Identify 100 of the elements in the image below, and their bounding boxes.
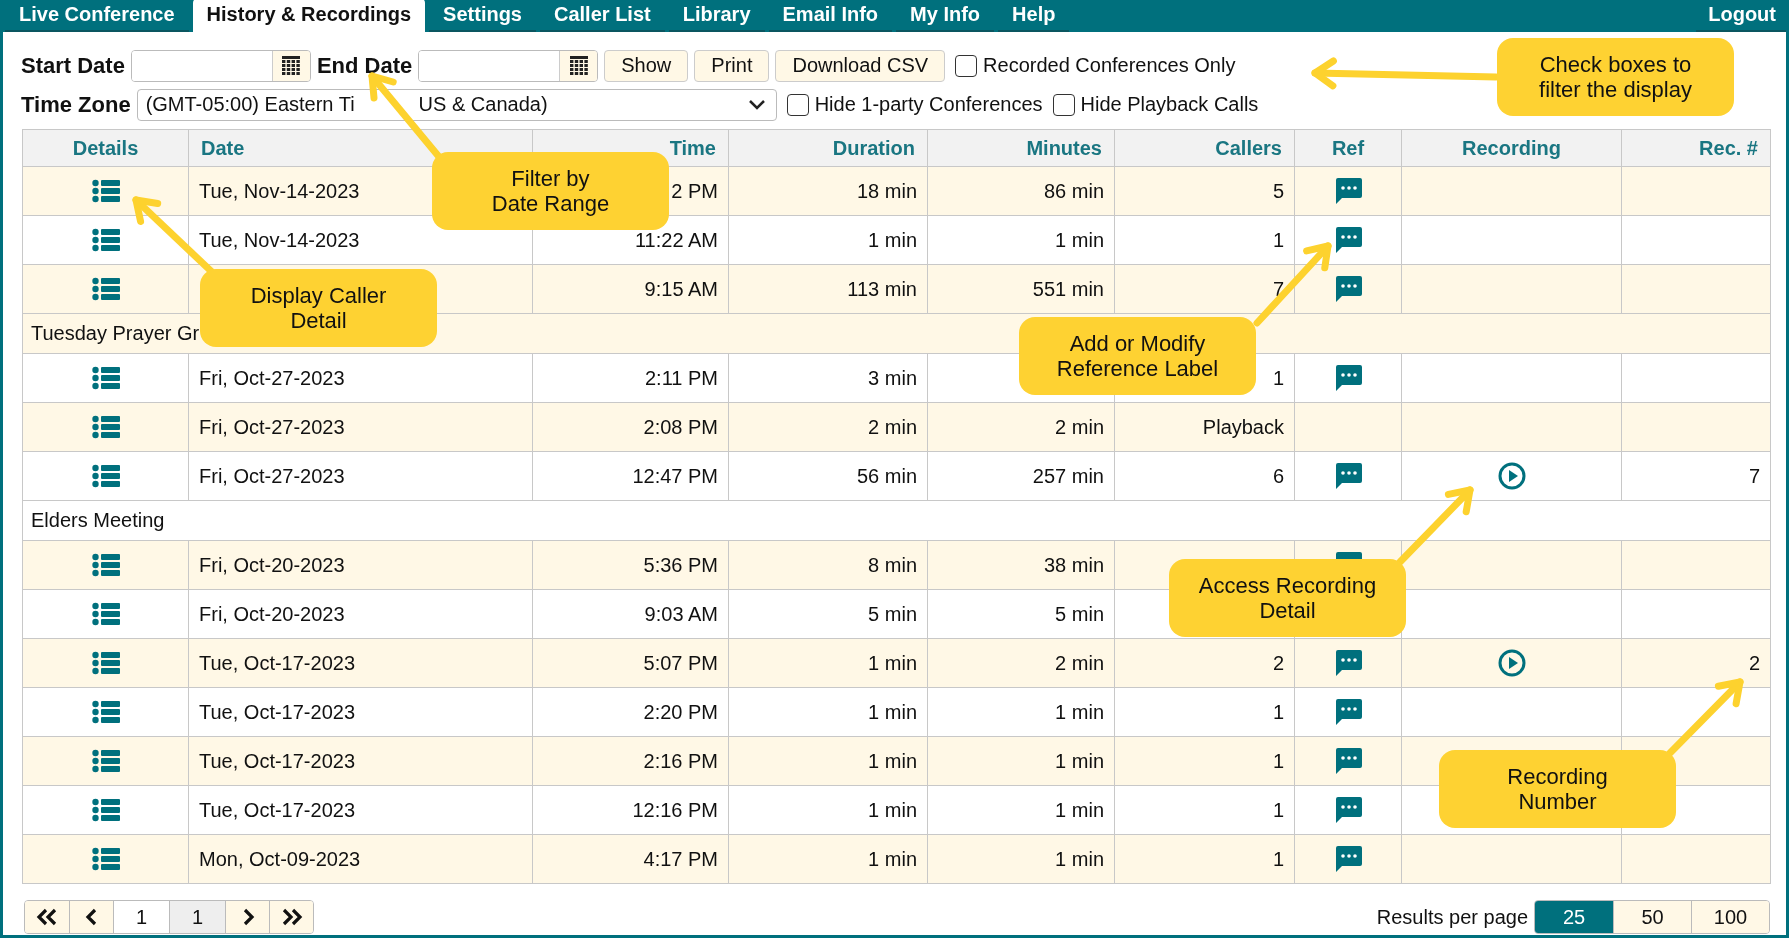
- cell-text: Fri, Oct-27-2023: [199, 366, 345, 390]
- page-count: 1: [169, 901, 225, 933]
- cell-text: 1: [1272, 228, 1284, 252]
- date-field[interactable]: [418, 49, 599, 82]
- list-icon[interactable]: [91, 366, 120, 391]
- cell-text: 1: [1272, 847, 1284, 871]
- list-icon[interactable]: [91, 415, 120, 440]
- nav-tab[interactable]: Caller List: [540, 0, 665, 32]
- cell-text: Fri, Oct-20-2023: [199, 602, 345, 626]
- chat-bubble-icon[interactable]: [1334, 227, 1362, 253]
- field-label: Start Date: [21, 52, 125, 79]
- chat-bubble-icon[interactable]: [1334, 463, 1362, 489]
- group-label: Elders Meeting: [31, 509, 165, 532]
- checkbox[interactable]: [955, 54, 978, 77]
- cell-text: 11:22 AM: [634, 228, 718, 252]
- cell-text: 2 min: [1055, 415, 1104, 439]
- chat-bubble-icon[interactable]: [1334, 650, 1362, 676]
- cell-text: 9:15 AM: [644, 277, 718, 301]
- cell-text: 551 min: [1032, 277, 1104, 301]
- cell-text: 1: [1272, 749, 1284, 773]
- calendar-button[interactable]: [271, 50, 310, 81]
- cell-text: 7: [1748, 464, 1760, 488]
- chat-bubble-icon[interactable]: [1334, 797, 1362, 823]
- action-button[interactable]: Show: [604, 49, 689, 82]
- play-icon[interactable]: [1497, 462, 1526, 490]
- nav-tab[interactable]: Email Info: [768, 0, 893, 32]
- chevron-down-icon: [747, 97, 766, 112]
- next-page-button[interactable]: [225, 901, 269, 933]
- cell-text: 5:07 PM: [643, 651, 718, 675]
- cell-text: 18 min: [856, 179, 917, 203]
- column-header: Details: [22, 129, 189, 167]
- list-icon[interactable]: [91, 798, 120, 823]
- cell-text: 9:03 AM: [644, 602, 718, 626]
- previous-page-button[interactable]: [69, 901, 113, 933]
- list-icon[interactable]: [91, 602, 120, 627]
- cell-text: 5 min: [1055, 602, 1104, 626]
- time-zone-dropdown[interactable]: (GMT-05:00) Eastern Ti US & Canada): [136, 88, 777, 121]
- list-icon[interactable]: [91, 228, 120, 253]
- chat-bubble-icon[interactable]: [1334, 276, 1362, 302]
- cell-text: Fri, Oct-27-2023: [199, 415, 345, 439]
- cell-text: 2:20 PM: [643, 700, 718, 724]
- results-per-page-label: Results per page: [1376, 905, 1528, 929]
- nav-tab[interactable]: Live Conference: [5, 0, 189, 32]
- calendar-icon[interactable]: [282, 55, 301, 76]
- cell-text: 6: [1272, 464, 1284, 488]
- checkbox[interactable]: [786, 93, 809, 116]
- cell-text: 1 min: [868, 847, 917, 871]
- nav-tab[interactable]: Help: [998, 0, 1070, 32]
- cell-text: 2: [1748, 651, 1760, 675]
- checkbox[interactable]: [1052, 93, 1075, 116]
- list-icon[interactable]: [91, 179, 120, 204]
- chat-bubble-icon[interactable]: [1334, 178, 1362, 204]
- cell-text: 1 min: [1055, 798, 1104, 822]
- nav-tab[interactable]: History & Recordings: [192, 0, 426, 32]
- cell-text: 1 min: [1055, 228, 1104, 252]
- last-page-button[interactable]: [269, 901, 313, 933]
- column-header: Duration: [728, 129, 928, 167]
- chat-bubble-icon[interactable]: [1334, 365, 1362, 391]
- cell-text: 5: [1272, 179, 1284, 203]
- list-icon[interactable]: [91, 553, 120, 578]
- callout-tooltip: Filter by Date Range: [432, 152, 669, 230]
- list-icon[interactable]: [91, 651, 120, 676]
- calendar-button[interactable]: [559, 50, 598, 81]
- page-size-option[interactable]: 50: [1613, 901, 1691, 933]
- list-icon[interactable]: [91, 700, 120, 725]
- cell-text: 2:16 PM: [643, 749, 718, 773]
- cell-text: 1 min: [868, 700, 917, 724]
- cell-text: Tue, Oct-17-2023: [199, 749, 355, 773]
- list-icon[interactable]: [91, 464, 120, 489]
- calendar-icon[interactable]: [569, 55, 588, 76]
- list-icon[interactable]: [91, 277, 120, 302]
- list-icon[interactable]: [91, 749, 120, 774]
- action-button[interactable]: Print: [694, 49, 770, 82]
- cell-text: 3 min: [868, 366, 917, 390]
- chat-bubble-icon[interactable]: [1334, 699, 1362, 725]
- list-icon[interactable]: [91, 847, 120, 872]
- cell-text: 2:11 PM: [645, 366, 718, 390]
- nav-tab[interactable]: Settings: [429, 0, 536, 32]
- cell-text: 86 min: [1043, 179, 1104, 203]
- page-size-option[interactable]: 25: [1535, 901, 1613, 933]
- first-page-button[interactable]: [25, 901, 69, 933]
- cell-text: Tue, Oct-17-2023: [199, 651, 355, 675]
- cell-text: 2:08 PM: [643, 415, 718, 439]
- chat-bubble-icon[interactable]: [1334, 748, 1362, 774]
- chat-bubble-icon[interactable]: [1334, 846, 1362, 872]
- nav-tab[interactable]: My Info: [896, 0, 995, 32]
- cell-text: 38 min: [1043, 553, 1104, 577]
- cell-text: 1 min: [868, 798, 917, 822]
- nav-tab[interactable]: Library: [668, 0, 765, 32]
- cell-text: 2: [1272, 651, 1284, 675]
- cell-text: 1 min: [1055, 847, 1104, 871]
- logout-link[interactable]: Logout: [1696, 0, 1786, 32]
- cell-text: 1 min: [868, 749, 917, 773]
- cell-text: Tue, Nov-14-2023: [199, 228, 360, 252]
- play-icon[interactable]: [1497, 649, 1526, 677]
- callout-tooltip: Access Recording Detail: [1169, 559, 1406, 637]
- date-field[interactable]: [130, 49, 311, 82]
- action-button[interactable]: Download CSV: [775, 49, 946, 82]
- page-size-option[interactable]: 100: [1691, 901, 1769, 933]
- cell-text: 5 min: [868, 602, 917, 626]
